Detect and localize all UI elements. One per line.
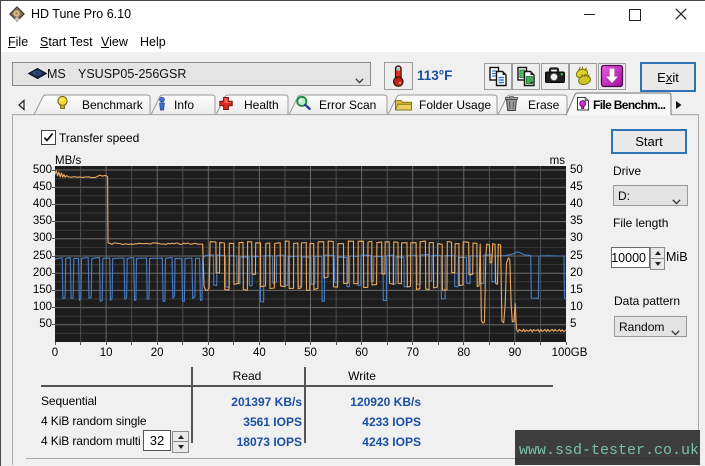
svg-text:Info: Info [174,98,194,112]
svg-text:Error Scan: Error Scan [319,98,376,112]
svg-text:Health: Health [244,98,279,112]
svg-text:Benchmark: Benchmark [82,98,144,112]
svg-text:Folder Usage: Folder Usage [419,98,491,112]
svg-text:File Benchm...: File Benchm... [593,98,666,112]
svg-text:Erase: Erase [528,98,560,112]
